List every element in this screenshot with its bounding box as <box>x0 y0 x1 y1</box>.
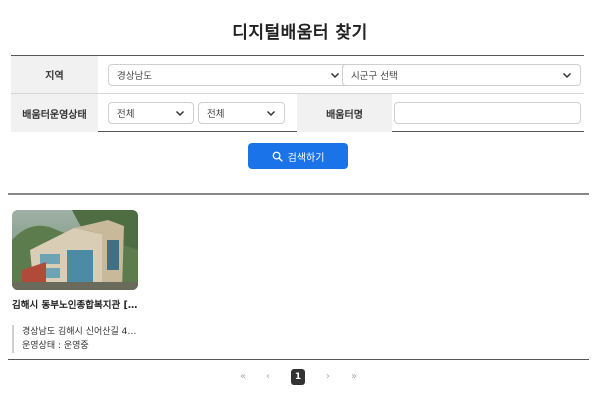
prev-page-button[interactable]: ‹ <box>262 369 274 385</box>
center-name-input[interactable] <box>394 102 581 124</box>
province-select[interactable]: 경상남도 <box>108 64 349 86</box>
center-address: 경상남도 김해시 신어산길 4… <box>22 327 137 337</box>
center-status: 운영상태 : 운영중 <box>22 341 89 351</box>
next-page-button[interactable]: › <box>322 369 334 385</box>
center-info: 경상남도 김해시 신어산길 4… 운영상태 : 운영중 <box>12 325 142 353</box>
first-page-button[interactable]: « <box>236 369 250 385</box>
pagination: « ‹ 1 › » <box>230 369 370 385</box>
page-1-button[interactable]: 1 <box>291 369 305 385</box>
status-select-2-value: 전체 <box>207 109 225 120</box>
center-name-label: 배움터명 <box>297 94 392 132</box>
search-button-label: 검색하기 <box>287 152 325 164</box>
status-select-1-value: 전체 <box>117 109 135 120</box>
center-photo[interactable] <box>12 210 138 290</box>
center-title[interactable]: 김해시 동부노인종합복지관 [… <box>12 297 142 311</box>
building-photo <box>12 210 138 290</box>
search-icon <box>272 151 283 162</box>
page-title: 디지털배움터 찾기 <box>232 23 368 43</box>
district-select-value: 시군구 선택 <box>351 71 398 82</box>
chevron-down-icon <box>330 72 340 79</box>
last-page-button[interactable]: » <box>347 369 361 385</box>
search-button[interactable]: 검색하기 <box>248 143 348 169</box>
chevron-down-icon <box>266 110 276 117</box>
region-label: 지역 <box>11 56 98 93</box>
pagination-divider <box>8 359 589 360</box>
region-row: 지역 경상남도 시군구 선택 <box>11 56 584 94</box>
search-form: 지역 경상남도 시군구 선택 배움터운영상태 전체 전체 배움터명 <box>11 55 584 132</box>
status-row: 배움터운영상태 전체 전체 배움터명 <box>11 94 584 132</box>
status-select-1[interactable]: 전체 <box>108 102 194 124</box>
chevron-down-icon <box>562 72 572 79</box>
province-select-value: 경상남도 <box>117 71 152 82</box>
result-card[interactable]: 김해시 동부노인종합복지관 [… 경상남도 김해시 신어산길 4… 운영상태 :… <box>12 210 142 353</box>
chevron-down-icon <box>175 110 185 117</box>
status-select-2[interactable]: 전체 <box>198 102 285 124</box>
district-select[interactable]: 시군구 선택 <box>342 64 581 86</box>
status-label: 배움터운영상태 <box>11 94 98 132</box>
results-divider <box>8 193 589 195</box>
